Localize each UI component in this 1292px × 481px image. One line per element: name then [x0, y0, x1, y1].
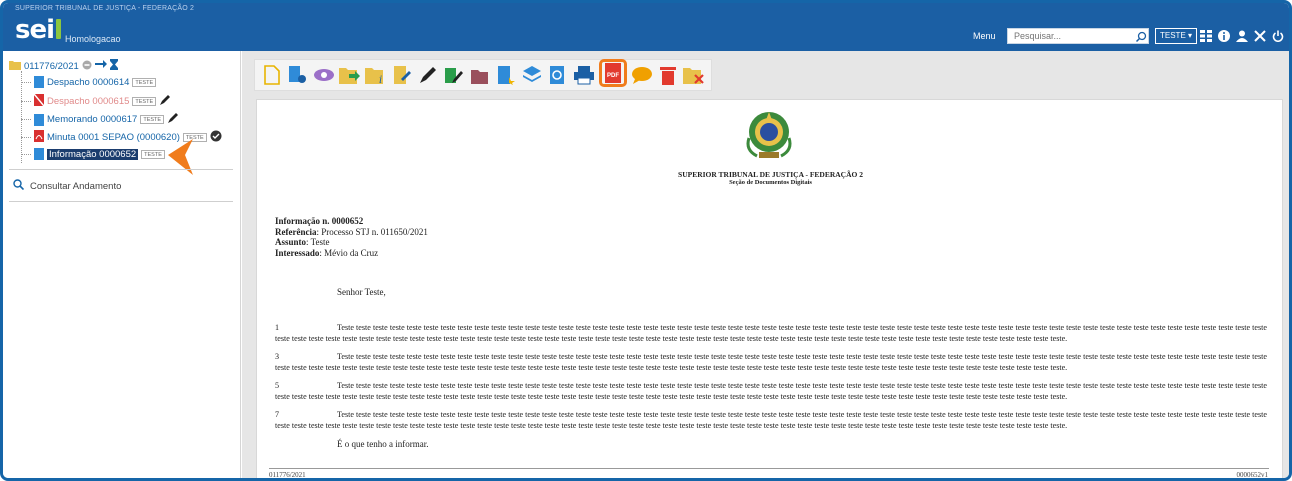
sign-icon[interactable]	[417, 62, 439, 88]
attach-icon[interactable]	[469, 62, 491, 88]
forward-icon[interactable]	[339, 62, 361, 88]
tag-badge: TESTE	[140, 115, 165, 124]
relations-icon[interactable]	[94, 59, 107, 73]
search-icon[interactable]	[1135, 30, 1147, 43]
subject-label: Assunto	[275, 237, 307, 247]
paragraph-text: Teste teste teste teste teste teste test…	[275, 410, 1267, 430]
sei-logo[interactable]: sei	[15, 17, 62, 43]
process-info-icon[interactable]: i	[365, 62, 387, 88]
subject-value: : Teste	[306, 237, 330, 247]
tree-item[interactable]: Despacho 0000614 TESTE	[21, 76, 157, 88]
document-section: Seção de Documentos Digitais	[729, 179, 812, 186]
verified-icon	[210, 130, 222, 145]
power-icon[interactable]	[1271, 28, 1285, 44]
print-icon[interactable]	[573, 62, 595, 88]
organization-name: SUPERIOR TRIBUNAL DE JUSTIÇA - FEDERAÇÃO…	[15, 5, 195, 12]
document-view: SUPERIOR TRIBUNAL DE JUSTIÇA - FEDERAÇÃO…	[256, 99, 1283, 479]
paragraph: 1 Teste teste teste teste teste teste tes…	[275, 322, 1267, 344]
paragraph-text: Teste teste teste teste teste teste test…	[275, 352, 1267, 372]
user-icon[interactable]	[1235, 28, 1249, 44]
divider	[9, 169, 233, 170]
tree-item-label[interactable]: Despacho 0000615	[47, 96, 129, 107]
national-emblem	[743, 108, 795, 169]
document-icon	[34, 113, 44, 126]
new-document-icon[interactable]	[261, 62, 283, 88]
process-root[interactable]: 011776/2021	[9, 59, 118, 73]
footer-version: 0000652v1	[1236, 471, 1269, 479]
paragraph-text: Teste teste teste teste teste teste test…	[275, 381, 1267, 401]
process-tree-panel: 011776/2021 Despacho 0000614 TESTE Despa…	[3, 51, 241, 478]
salutation: Senhor Teste,	[337, 287, 386, 297]
tag-badge: TESTE	[132, 97, 157, 106]
tree-item-selected[interactable]: Informação 0000652 TESTE	[21, 148, 165, 160]
pen-icon	[167, 112, 179, 127]
app-window: SUPERIOR TRIBUNAL DE JUSTIÇA - FEDERAÇÃO…	[0, 0, 1292, 481]
pdf-button[interactable]: PDF	[599, 59, 627, 87]
orange-arrow-callout	[167, 137, 195, 182]
canceled-document-icon	[33, 93, 45, 109]
tree-item-label[interactable]: Memorando 0000617	[47, 114, 137, 125]
layers-icon[interactable]	[521, 62, 543, 88]
status-icon[interactable]	[82, 60, 92, 73]
tree-item[interactable]: Memorando 0000617 TESTE	[21, 112, 179, 127]
tree-item-label[interactable]: Despacho 0000614	[47, 77, 129, 88]
paragraph-number: 7	[275, 410, 280, 419]
tag-badge: TESTE	[132, 77, 157, 87]
tree-item[interactable]: Despacho 0000615 TESTE	[21, 93, 171, 109]
hourglass-icon[interactable]	[109, 59, 118, 73]
refresh-icon[interactable]	[547, 62, 569, 88]
unit-badge[interactable]: TESTE ▾	[1155, 28, 1198, 44]
document-org: SUPERIOR TRIBUNAL DE JUSTIÇA - FEDERAÇÃO…	[678, 170, 863, 179]
document-settings-icon[interactable]	[287, 62, 309, 88]
edit-document-icon[interactable]	[391, 62, 413, 88]
divider	[9, 201, 233, 202]
close-folder-icon[interactable]	[683, 62, 705, 88]
consultar-andamento-link[interactable]: Consultar Andamento	[13, 179, 121, 193]
search-icon	[13, 179, 25, 193]
pen-icon	[159, 94, 171, 109]
paragraph: 3 Teste teste teste teste teste teste tes…	[275, 351, 1267, 373]
info-icon[interactable]	[1217, 28, 1231, 44]
reference-label: Referência	[275, 226, 317, 237]
folder-icon	[9, 60, 21, 73]
document-toolbar: i PDF	[254, 59, 712, 91]
paragraph: 7 Teste teste teste teste teste teste tes…	[275, 409, 1267, 431]
document-icon	[34, 76, 44, 88]
paragraph: 5 Teste teste teste teste teste teste tes…	[275, 380, 1267, 402]
document-metadata: Informação n. 0000652 Referência: Proces…	[275, 216, 428, 258]
footer-divider	[269, 468, 1269, 469]
tree-item-label[interactable]: Informação 0000652	[47, 148, 139, 160]
paragraph-number: 5	[275, 381, 280, 390]
document-pane: i PDF SUPERIOR TRIBUNAL DE JUSTIÇA - FED…	[242, 51, 1289, 478]
view-icon[interactable]	[313, 62, 335, 88]
tree-item-label[interactable]: Minuta 0001 SEPAO (0000620)	[47, 132, 180, 143]
svg-text:i: i	[379, 75, 382, 84]
delete-icon[interactable]	[657, 62, 679, 88]
consultar-label[interactable]: Consultar Andamento	[30, 181, 121, 192]
interested-value: : Mévio da Cruz	[319, 247, 379, 258]
document-title: Informação n. 0000652	[275, 216, 364, 226]
header-icons	[1199, 28, 1285, 44]
document-icon	[34, 148, 44, 160]
pdf-icon	[34, 130, 44, 145]
sign-block-icon[interactable]	[443, 62, 465, 88]
top-bar: SUPERIOR TRIBUNAL DE JUSTIÇA - FEDERAÇÃO…	[3, 3, 1289, 51]
menu-button[interactable]: Menu	[973, 31, 996, 41]
footer-process-number: 011776/2021	[269, 471, 306, 479]
environment-label: Homologacao	[65, 34, 121, 44]
paragraph-text: Teste teste teste teste teste teste test…	[275, 323, 1267, 343]
process-number[interactable]: 011776/2021	[24, 61, 79, 72]
paragraph-number: 1	[275, 323, 280, 332]
comment-icon[interactable]	[631, 62, 653, 88]
tag-badge: TESTE	[141, 149, 165, 159]
reference-value: : Processo STJ n. 011650/2021	[316, 226, 428, 237]
tools-icon[interactable]	[1253, 28, 1267, 44]
bookmark-icon[interactable]	[495, 62, 517, 88]
closing-text: É o que tenho a informar.	[337, 439, 429, 449]
interested-label: Interessado	[275, 247, 320, 258]
grid-icon[interactable]	[1199, 28, 1213, 44]
search-input[interactable]	[1007, 28, 1149, 44]
svg-text:PDF: PDF	[607, 73, 619, 79]
paragraph-number: 3	[275, 352, 280, 361]
